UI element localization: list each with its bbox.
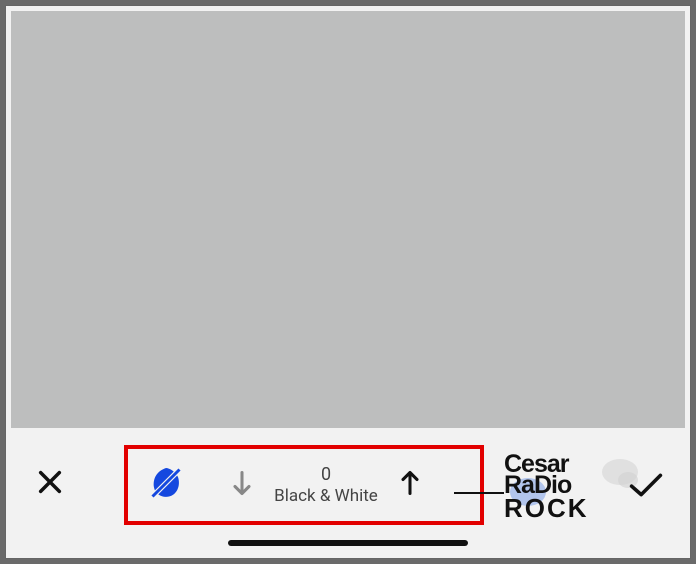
watermark-line2: RaDio bbox=[504, 475, 634, 496]
watermark-logo: Cesar RaDio ROCK bbox=[504, 454, 634, 520]
filter-value: 0 bbox=[321, 464, 331, 486]
editor-toolbar: 0 Black & White bbox=[6, 428, 690, 558]
app-canvas: 0 Black & White bbox=[5, 5, 691, 559]
filter-name: Black & White bbox=[274, 486, 378, 506]
window-frame: 0 Black & White bbox=[0, 0, 696, 564]
next-filter-button[interactable] bbox=[396, 469, 424, 501]
close-button[interactable] bbox=[36, 468, 64, 500]
home-indicator[interactable] bbox=[228, 540, 468, 546]
previous-filter-button[interactable] bbox=[228, 469, 256, 501]
arrow-up-icon bbox=[396, 469, 424, 497]
close-icon bbox=[36, 468, 64, 496]
watermark-line3: ROCK bbox=[504, 497, 634, 520]
image-preview-area[interactable] bbox=[11, 11, 685, 428]
check-icon bbox=[628, 470, 664, 500]
filter-stepper: 0 Black & White bbox=[184, 464, 468, 506]
confirm-button[interactable] bbox=[628, 470, 664, 504]
leaf-icon[interactable] bbox=[148, 465, 184, 505]
filter-control-highlight: 0 Black & White bbox=[124, 445, 484, 525]
arrow-down-icon bbox=[228, 469, 256, 497]
watermark-rule bbox=[454, 492, 504, 494]
filter-label: 0 Black & White bbox=[274, 464, 378, 506]
